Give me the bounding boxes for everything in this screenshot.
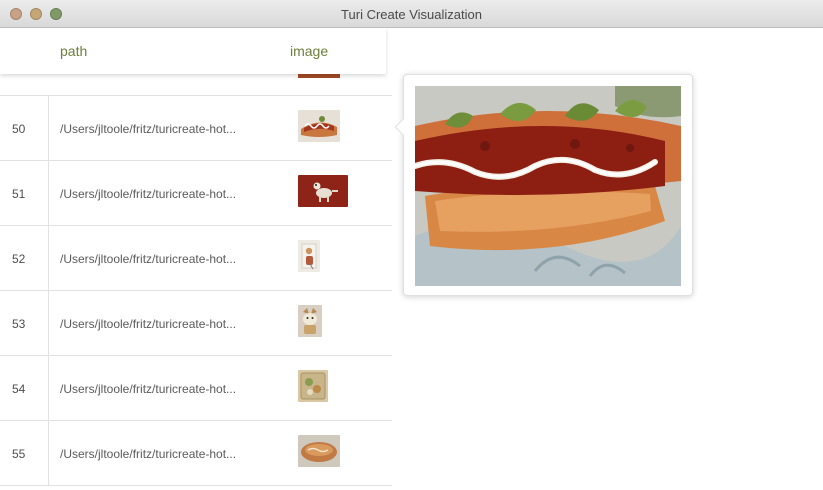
- hot-dog-preview-image: [415, 86, 681, 286]
- window-title: Turi Create Visualization: [341, 7, 482, 22]
- table-row-partial[interactable]: [0, 74, 392, 96]
- image-thumbnail[interactable]: [298, 305, 322, 337]
- data-table[interactable]: path image 50 /Users/jltoole/fritz/turic…: [0, 28, 392, 490]
- row-path: /Users/jltoole/fritz/turicreate-hot...: [60, 382, 237, 396]
- row-index: 50: [0, 96, 49, 161]
- table-row[interactable]: 51 /Users/jltoole/fritz/turicreate-hot..…: [0, 161, 392, 226]
- table-row[interactable]: 50 /Users/jltoole/fritz/turicreate-hot..…: [0, 96, 392, 161]
- row-index: 51: [0, 161, 49, 226]
- table-row[interactable]: 55 /Users/jltoole/fritz/turicreate-hot..…: [0, 421, 392, 486]
- row-index: 52: [0, 226, 49, 291]
- table-row[interactable]: 52 /Users/jltoole/fritz/turicreate-hot..…: [0, 226, 392, 291]
- image-thumbnail[interactable]: [298, 74, 340, 78]
- image-thumbnail[interactable]: [298, 435, 340, 467]
- image-preview-popover: [394, 74, 693, 296]
- row-index: 55: [0, 421, 49, 486]
- table-header: path image: [0, 28, 386, 74]
- table-row[interactable]: 53 /Users/jltoole/fritz/turicreate-hot..…: [0, 291, 392, 356]
- row-path: /Users/jltoole/fritz/turicreate-hot...: [60, 252, 237, 266]
- image-thumbnail[interactable]: [298, 240, 320, 272]
- image-thumbnail[interactable]: [298, 370, 328, 402]
- row-path: /Users/jltoole/fritz/turicreate-hot...: [60, 447, 237, 461]
- popover-arrow: [394, 118, 412, 136]
- table-rows: 50 /Users/jltoole/fritz/turicreate-hot..…: [0, 96, 392, 486]
- row-path: /Users/jltoole/fritz/turicreate-hot...: [60, 187, 237, 201]
- title-bar[interactable]: Turi Create Visualization: [0, 0, 823, 28]
- image-thumbnail[interactable]: [298, 110, 340, 142]
- column-header-image[interactable]: image: [290, 43, 328, 59]
- column-header-path[interactable]: path: [60, 43, 87, 59]
- row-path: /Users/jltoole/fritz/turicreate-hot...: [60, 317, 237, 331]
- table-row[interactable]: 54 /Users/jltoole/fritz/turicreate-hot..…: [0, 356, 392, 421]
- image-thumbnail[interactable]: [298, 175, 348, 207]
- row-path: /Users/jltoole/fritz/turicreate-hot...: [60, 122, 237, 136]
- row-index: 53: [0, 291, 49, 356]
- row-index: 54: [0, 356, 49, 421]
